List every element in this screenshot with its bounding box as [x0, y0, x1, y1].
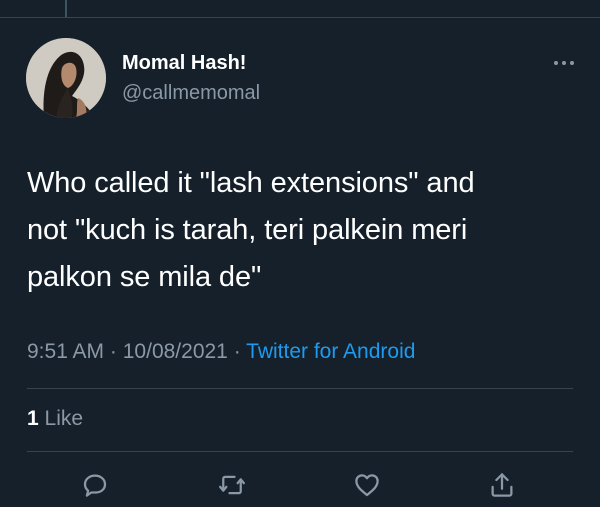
like-count: 1	[27, 407, 39, 430]
meta-separator: ·	[233, 340, 241, 363]
meta-separator: ·	[109, 340, 117, 363]
divider	[27, 388, 573, 389]
tweet-text-line: Who called it "lash extensions" and	[27, 167, 475, 199]
tweet-source-link[interactable]: Twitter for Android	[246, 340, 415, 363]
tweet-metadata: 9:51 AM · 10/08/2021 · Twitter for Andro…	[27, 340, 415, 364]
like-label: Like	[44, 407, 84, 430]
heart-icon[interactable]	[352, 470, 382, 500]
author-name[interactable]: Momal Hash!	[122, 52, 246, 75]
tweet-action-bar	[0, 466, 600, 507]
tweet-header: Momal Hash! @callmemomal	[26, 38, 578, 120]
more-horizontal-icon[interactable]	[550, 56, 578, 70]
retweet-icon[interactable]	[217, 470, 247, 500]
reply-icon[interactable]	[80, 470, 110, 500]
divider	[27, 451, 573, 452]
avatar[interactable]	[26, 38, 106, 118]
author-handle[interactable]: @callmemomal	[122, 82, 260, 105]
tweet-date[interactable]: 10/08/2021	[123, 340, 228, 363]
tweet-detail-view: Momal Hash! @callmemomal Who called it "…	[0, 0, 600, 507]
likes-stat[interactable]: 1 Like	[27, 407, 83, 431]
tweet-text-line: not "kuch is tarah, teri palkein meri	[27, 214, 468, 246]
share-icon[interactable]	[487, 470, 517, 500]
thread-connector-line	[65, 0, 67, 17]
tweet-text-line: palkon se mila de"	[27, 261, 262, 293]
tweet-time[interactable]: 9:51 AM	[27, 340, 104, 363]
top-divider	[0, 17, 600, 18]
tweet-text: Who called it "lash extensions" and not …	[27, 160, 577, 301]
